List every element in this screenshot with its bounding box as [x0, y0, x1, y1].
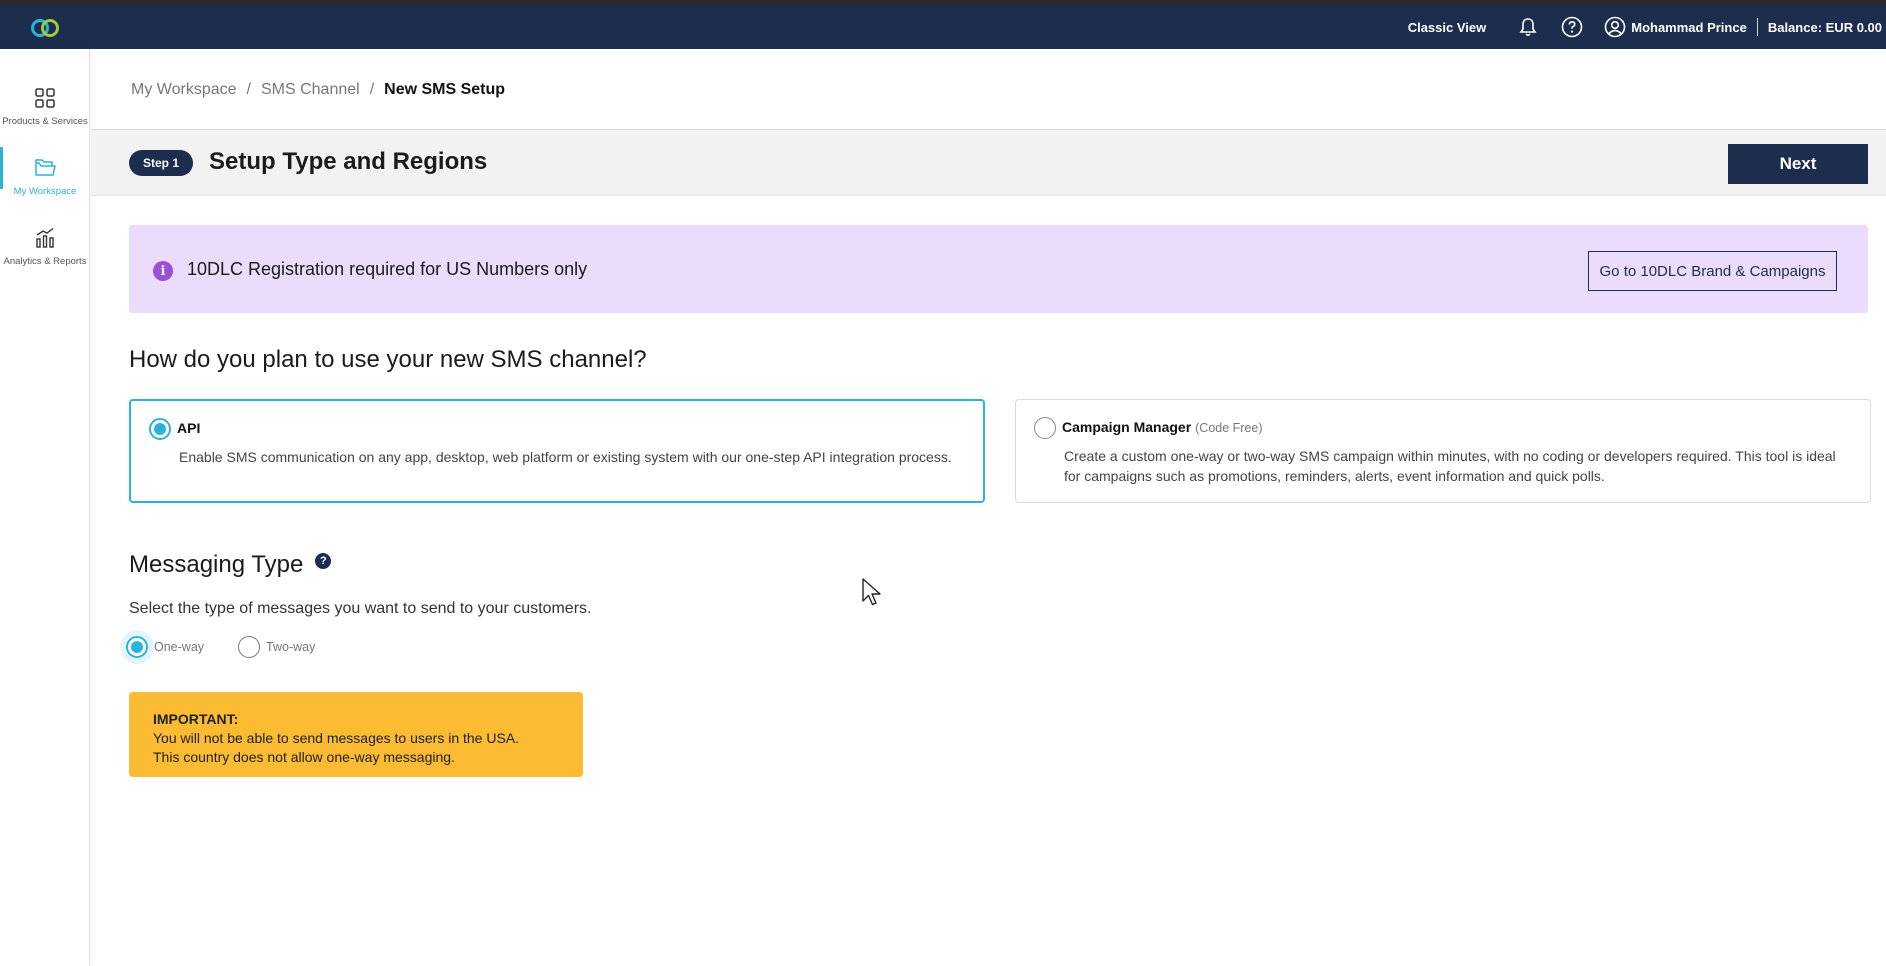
breadcrumb-sms-channel[interactable]: SMS Channel: [261, 81, 360, 99]
sidebar-item-analytics-reports[interactable]: Analytics & Reports: [0, 217, 90, 279]
left-sidebar: Products & Services My Workspace Analyti…: [0, 49, 90, 966]
messaging-type-title: Messaging Type: [129, 551, 304, 578]
breadcrumb-my-workspace[interactable]: My Workspace: [131, 81, 237, 99]
usage-question: How do you plan to use your new SMS chan…: [129, 346, 647, 373]
two-way-radio[interactable]: Two-way: [238, 636, 315, 658]
one-way-radio[interactable]: One-way: [126, 636, 204, 658]
sidebar-item-products-services[interactable]: Products & Services: [0, 77, 90, 139]
option-description: Create a custom one-way or two-way SMS c…: [1064, 448, 1836, 484]
bell-icon[interactable]: [1516, 15, 1540, 39]
user-menu[interactable]: Mohammad Prince: [1604, 16, 1747, 38]
sidebar-item-my-workspace[interactable]: My Workspace: [0, 147, 90, 209]
messaging-type-heading: Messaging Type ?: [129, 551, 332, 579]
radio-circle[interactable]: [238, 636, 261, 658]
brand-logo-icon[interactable]: [28, 17, 64, 39]
sidebar-item-label: Analytics & Reports: [3, 256, 87, 267]
breadcrumb-separator: /: [369, 81, 375, 98]
messaging-type-radio-group: One-way Two-way: [126, 636, 349, 658]
user-avatar-icon: [1604, 16, 1626, 38]
important-line-2: This country does not allow one-way mess…: [153, 749, 455, 765]
option-title: Campaign Manager (Code Free): [1062, 419, 1263, 435]
mouse-cursor-icon: [861, 577, 883, 612]
folder-icon: [32, 155, 58, 181]
messaging-type-description: Select the type of messages you want to …: [129, 600, 592, 617]
step-header: Step 1 Setup Type and Regions Next: [91, 129, 1886, 196]
option-card-api[interactable]: API Enable SMS communication on any app,…: [129, 399, 985, 503]
radio-label: One-way: [154, 640, 205, 654]
question-icon[interactable]: ?: [315, 553, 332, 569]
user-name: Mohammad Prince: [1631, 19, 1747, 35]
classic-view-link[interactable]: Classic View: [1408, 20, 1487, 35]
header-divider: [1756, 18, 1758, 36]
breadcrumb-current: New SMS Setup: [384, 81, 506, 98]
breadcrumb: My Workspace / SMS Channel / New SMS Set…: [131, 81, 505, 99]
radio-circle[interactable]: [126, 636, 148, 658]
info-icon: i: [153, 261, 173, 281]
page-title: Setup Type and Regions: [209, 148, 488, 175]
important-line-1: You will not be able to send messages to…: [153, 730, 520, 746]
sidebar-item-label: Products & Services: [2, 116, 88, 127]
option-tag: (Code Free): [1195, 421, 1263, 435]
option-title-text: Campaign Manager: [1062, 419, 1192, 435]
api-radio[interactable]: [149, 418, 171, 440]
step-badge: Step 1: [129, 150, 194, 176]
help-icon[interactable]: [1560, 15, 1584, 39]
next-button[interactable]: Next: [1728, 144, 1868, 184]
banner-message: 10DLC Registration required for US Numbe…: [187, 259, 588, 279]
registration-info-banner: i 10DLC Registration required for US Num…: [129, 225, 1868, 313]
campaign-manager-radio[interactable]: [1034, 417, 1056, 439]
breadcrumb-separator: /: [246, 81, 251, 98]
option-title-text: API: [177, 420, 201, 436]
option-card-campaign-manager[interactable]: Campaign Manager (Code Free) Create a cus…: [1015, 399, 1871, 503]
grid-icon: [32, 85, 58, 111]
bar-chart-icon: [32, 225, 58, 251]
option-title: API: [177, 420, 200, 436]
important-warning-box: IMPORTANT: You will not be able to send …: [129, 692, 583, 777]
go-to-10dlc-button[interactable]: Go to 10DLC Brand & Campaigns: [1588, 251, 1837, 291]
top-navigation-bar: Classic View Mohammad Prince Balance: EU…: [0, 5, 1886, 49]
radio-label: Two-way: [266, 640, 316, 654]
option-description: Enable SMS communication on any app, des…: [179, 449, 952, 465]
important-title: IMPORTANT:: [153, 711, 239, 727]
sidebar-item-label: My Workspace: [13, 186, 77, 197]
balance-label: Balance: EUR 0.00: [1767, 19, 1882, 35]
